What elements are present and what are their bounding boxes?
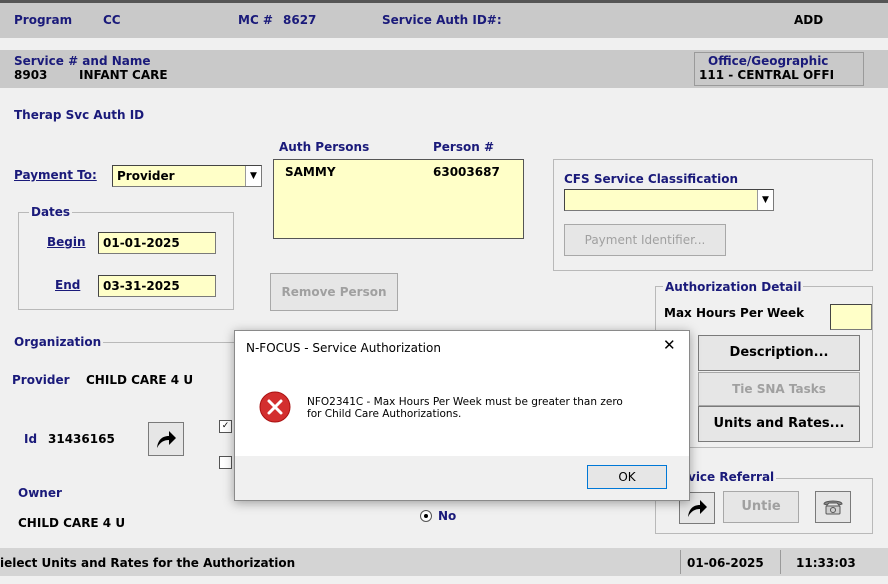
- auth-persons-list[interactable]: SAMMY 63003687: [273, 159, 524, 239]
- therap-svc-auth-label: Therap Svc Auth ID: [14, 108, 145, 122]
- payment-to-link[interactable]: Payment To:: [14, 168, 97, 182]
- close-icon[interactable]: ✕: [663, 336, 676, 354]
- provider-value: CHILD CARE 4 U: [86, 373, 194, 387]
- owner-value: CHILD CARE 4 U: [18, 516, 126, 530]
- mode-indicator: ADD: [794, 13, 824, 27]
- program-value: CC: [103, 13, 121, 27]
- status-date: 01-06-2025: [687, 556, 764, 570]
- dialog-message: NFO2341C - Max Hours Per Week must be gr…: [307, 396, 623, 420]
- payment-to-value: Provider: [117, 169, 175, 183]
- service-name: INFANT CARE: [79, 68, 168, 82]
- dialog-footer: OK: [235, 456, 689, 500]
- mc-value: 8627: [283, 13, 317, 27]
- tie-sna-tasks-button[interactable]: Tie SNA Tasks: [698, 372, 860, 406]
- mc-label: MC #: [238, 13, 273, 27]
- max-hours-label: Max Hours Per Week: [664, 306, 805, 320]
- checkbox-unchecked[interactable]: [219, 456, 232, 469]
- cfs-label: CFS Service Classification: [564, 172, 739, 186]
- provider-label: Provider: [12, 373, 70, 387]
- office-label: Office/Geographic: [708, 54, 829, 68]
- radio-no-label: No: [438, 509, 457, 523]
- begin-date-link[interactable]: Begin: [47, 235, 86, 249]
- error-icon: [259, 391, 291, 426]
- id-label: Id: [24, 432, 38, 446]
- cfs-classification-dropdown[interactable]: ▼: [564, 189, 774, 211]
- office-value: 111 - CENTRAL OFFI: [699, 68, 835, 82]
- person-name[interactable]: SAMMY: [285, 165, 336, 179]
- service-number: 8903: [14, 68, 48, 82]
- status-divider: [680, 550, 681, 574]
- service-referral-label: vice Referral: [686, 470, 777, 484]
- error-dialog: N-FOCUS - Service Authorization ✕ NFO234…: [234, 330, 690, 501]
- end-date-link[interactable]: End: [55, 278, 80, 292]
- chevron-down-icon[interactable]: ▼: [757, 190, 773, 210]
- auth-persons-header: Auth Persons: [279, 140, 370, 154]
- payment-to-dropdown[interactable]: Provider ▼: [112, 165, 262, 187]
- id-value: 31436165: [48, 432, 115, 446]
- dialog-message-line2: for Child Care Authorizations.: [307, 408, 462, 420]
- dialog-message-line1: NFO2341C - Max Hours Per Week must be gr…: [307, 396, 623, 408]
- radio-dot: [424, 514, 428, 518]
- organization-label: Organization: [12, 335, 104, 349]
- dialog-title: N-FOCUS - Service Authorization: [246, 341, 441, 355]
- status-divider: [780, 550, 781, 574]
- dates-label: Dates: [29, 205, 73, 219]
- remove-person-button[interactable]: Remove Person: [270, 273, 398, 311]
- person-number-header: Person #: [433, 140, 495, 154]
- service-label: Service # and Name: [14, 54, 151, 68]
- end-date-field[interactable]: 03-31-2025: [98, 275, 216, 297]
- owner-label: Owner: [18, 486, 62, 500]
- forward-arrow-icon: [157, 431, 176, 448]
- description-button[interactable]: Description...: [698, 335, 860, 371]
- payment-identifier-button[interactable]: Payment Identifier...: [564, 224, 726, 256]
- status-time: 11:33:03: [796, 556, 856, 570]
- chevron-down-icon[interactable]: ▼: [245, 166, 261, 186]
- max-hours-field[interactable]: [830, 304, 872, 330]
- authorization-detail-label: Authorization Detail: [663, 280, 804, 294]
- person-number[interactable]: 63003687: [433, 165, 500, 179]
- radio-no[interactable]: [420, 510, 432, 522]
- begin-date-field[interactable]: 01-01-2025: [98, 232, 216, 254]
- phone-button[interactable]: [815, 491, 851, 523]
- untie-button[interactable]: Untie: [723, 491, 799, 523]
- telephone-icon: [823, 500, 843, 515]
- ok-button[interactable]: OK: [587, 465, 667, 489]
- service-auth-id-label: Service Auth ID#:: [382, 13, 502, 27]
- status-message: ielect Units and Rates for the Authoriza…: [0, 556, 296, 570]
- provider-goto-button[interactable]: [148, 422, 184, 456]
- program-label: Program: [14, 13, 73, 27]
- units-and-rates-button[interactable]: Units and Rates...: [698, 406, 860, 442]
- checkbox-checked[interactable]: ✓: [219, 420, 232, 433]
